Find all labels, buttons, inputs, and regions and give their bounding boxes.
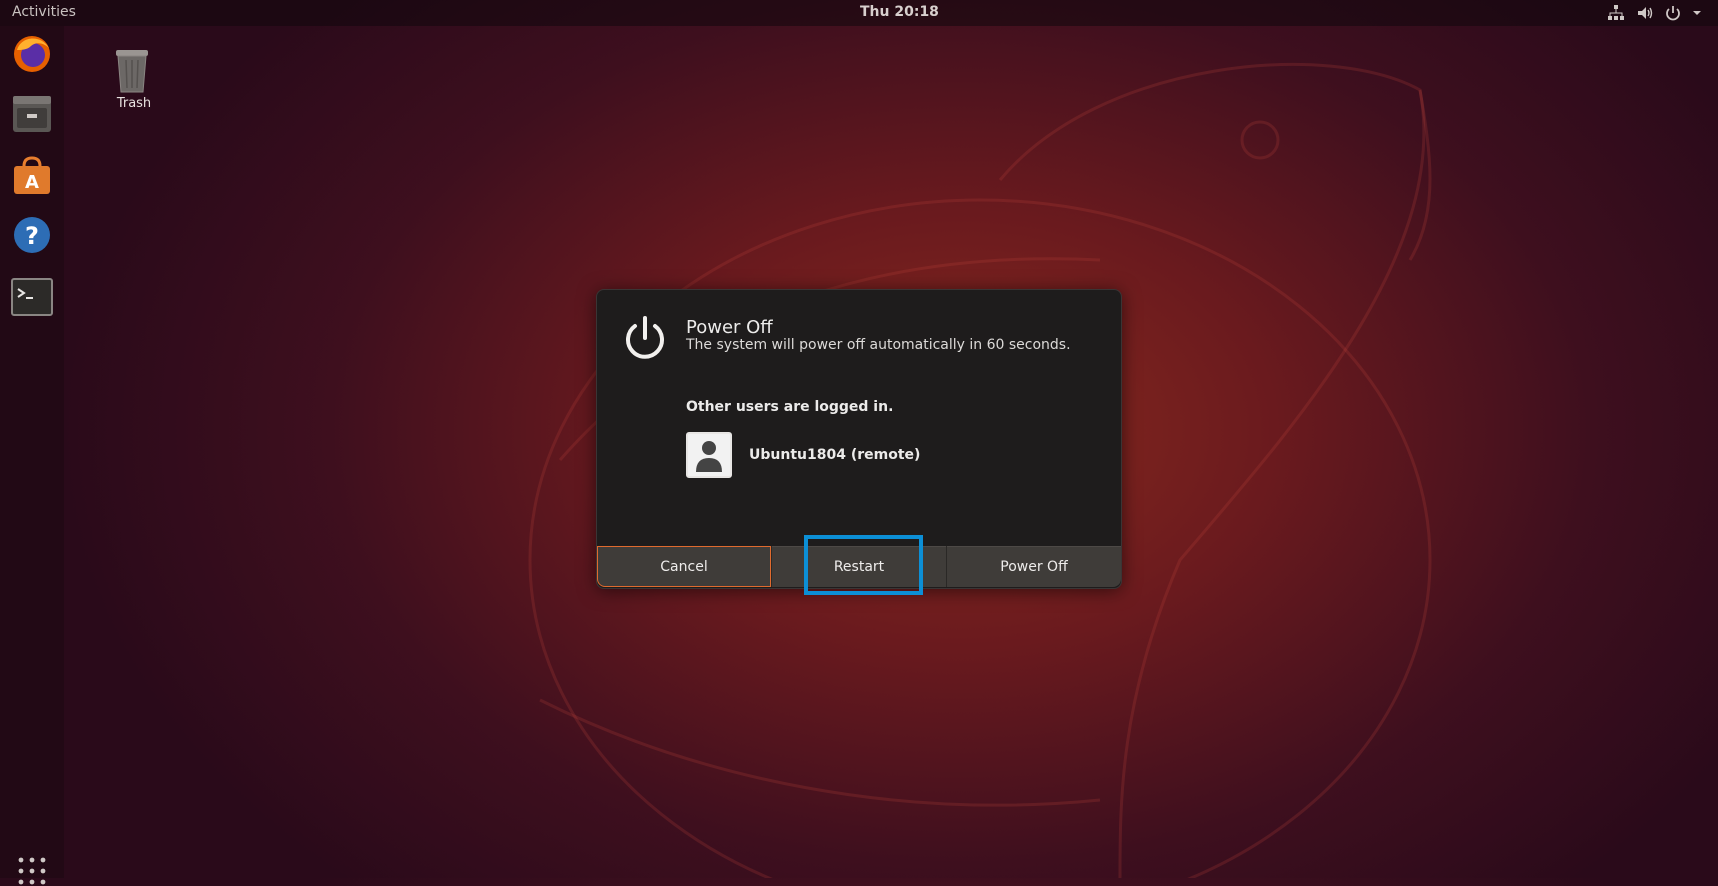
activities-button[interactable]: Activities <box>12 4 76 20</box>
volume-icon[interactable] <box>1636 4 1654 22</box>
users-heading: Other users are logged in. <box>686 399 894 415</box>
user-icon <box>696 441 722 472</box>
power-icon[interactable] <box>1664 4 1682 22</box>
power-off-button[interactable]: Power Off <box>947 546 1121 587</box>
svg-text:?: ? <box>25 222 39 250</box>
clock[interactable]: Thu 20:18 <box>860 4 939 20</box>
dock: A ? <box>0 26 64 885</box>
dialog-subtitle: The system will power off automatically … <box>686 337 1071 353</box>
files-icon[interactable] <box>11 92 53 134</box>
help-icon[interactable]: ? <box>11 214 53 256</box>
power-icon <box>626 316 664 359</box>
grid-icon[interactable] <box>17 856 47 886</box>
top-bar: Activities Thu 20:18 <box>0 0 1718 26</box>
trash-icon[interactable] <box>108 44 156 94</box>
terminal-icon[interactable] <box>11 276 53 318</box>
cancel-button[interactable]: Cancel <box>597 546 771 587</box>
dialog-button-row: Cancel Restart Power Off <box>597 546 1121 588</box>
firefox-icon[interactable] <box>11 32 53 74</box>
dialog-title: Power Off <box>686 317 773 338</box>
svg-text:A: A <box>25 172 39 193</box>
network-icon[interactable] <box>1607 4 1625 22</box>
power-off-dialog: Power Off The system will power off auto… <box>596 289 1122 589</box>
chevron-down-icon[interactable] <box>1688 4 1706 22</box>
user-name: Ubuntu1804 (remote) <box>749 447 921 463</box>
trash-label: Trash <box>116 96 152 111</box>
restart-button[interactable]: Restart <box>772 546 946 587</box>
software-center-icon[interactable]: A <box>11 154 53 196</box>
avatar <box>686 432 732 478</box>
